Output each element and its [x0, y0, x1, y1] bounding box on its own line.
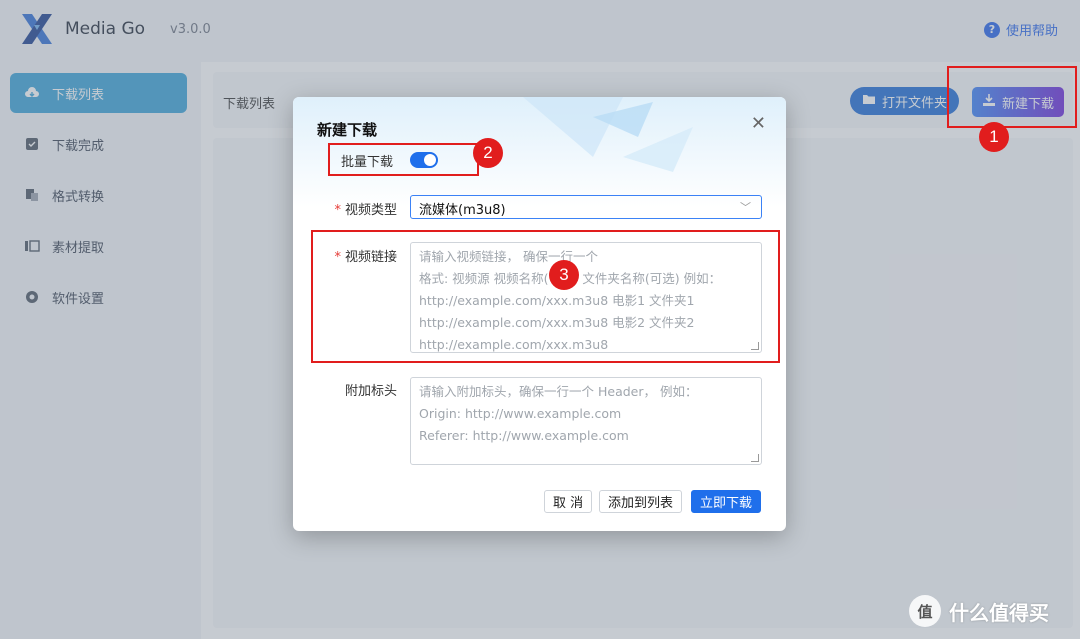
add-to-list-button[interactable]: 添加到列表 — [599, 490, 683, 513]
chevron-down-icon: ﹀ — [740, 201, 751, 214]
video-type-select[interactable]: 流媒体(m3u8) ﹀ — [410, 195, 762, 219]
video-type-value: 流媒体(m3u8) — [419, 203, 506, 218]
required-mark: * — [334, 203, 341, 218]
annotation-marker-2: 2 — [473, 138, 503, 168]
annotation-box-1 — [947, 66, 1077, 128]
video-type-label: * 视频类型 — [334, 203, 397, 218]
placeholder-line: Origin: http://www.example.com — [419, 406, 622, 421]
placeholder-line: Referer: http://www.example.com — [419, 428, 629, 443]
watermark-text: 什么值得买 — [949, 600, 1049, 625]
watermark-logo-icon: 值 — [909, 595, 941, 627]
annotation-box-2 — [328, 143, 479, 176]
header-textarea[interactable]: 请输入附加标头，确保一行一个 Header， 例如： Origin: http:… — [410, 377, 762, 465]
placeholder-line: 请输入附加标头，确保一行一个 Header， 例如： — [419, 384, 698, 399]
annotation-marker-1: 1 — [979, 122, 1009, 152]
header-label: 附加标头 — [344, 384, 397, 399]
cancel-button[interactable]: 取 消 — [544, 490, 593, 513]
watermark: 值 什么值得买 — [909, 595, 1049, 627]
annotation-marker-3: 3 — [549, 260, 579, 290]
resize-handle-icon[interactable] — [751, 454, 759, 462]
annotation-box-3 — [311, 230, 780, 363]
dialog-title: 新建下载 — [317, 121, 378, 139]
download-now-button[interactable]: 立即下载 — [691, 490, 762, 513]
close-icon[interactable]: ✕ — [751, 115, 766, 133]
